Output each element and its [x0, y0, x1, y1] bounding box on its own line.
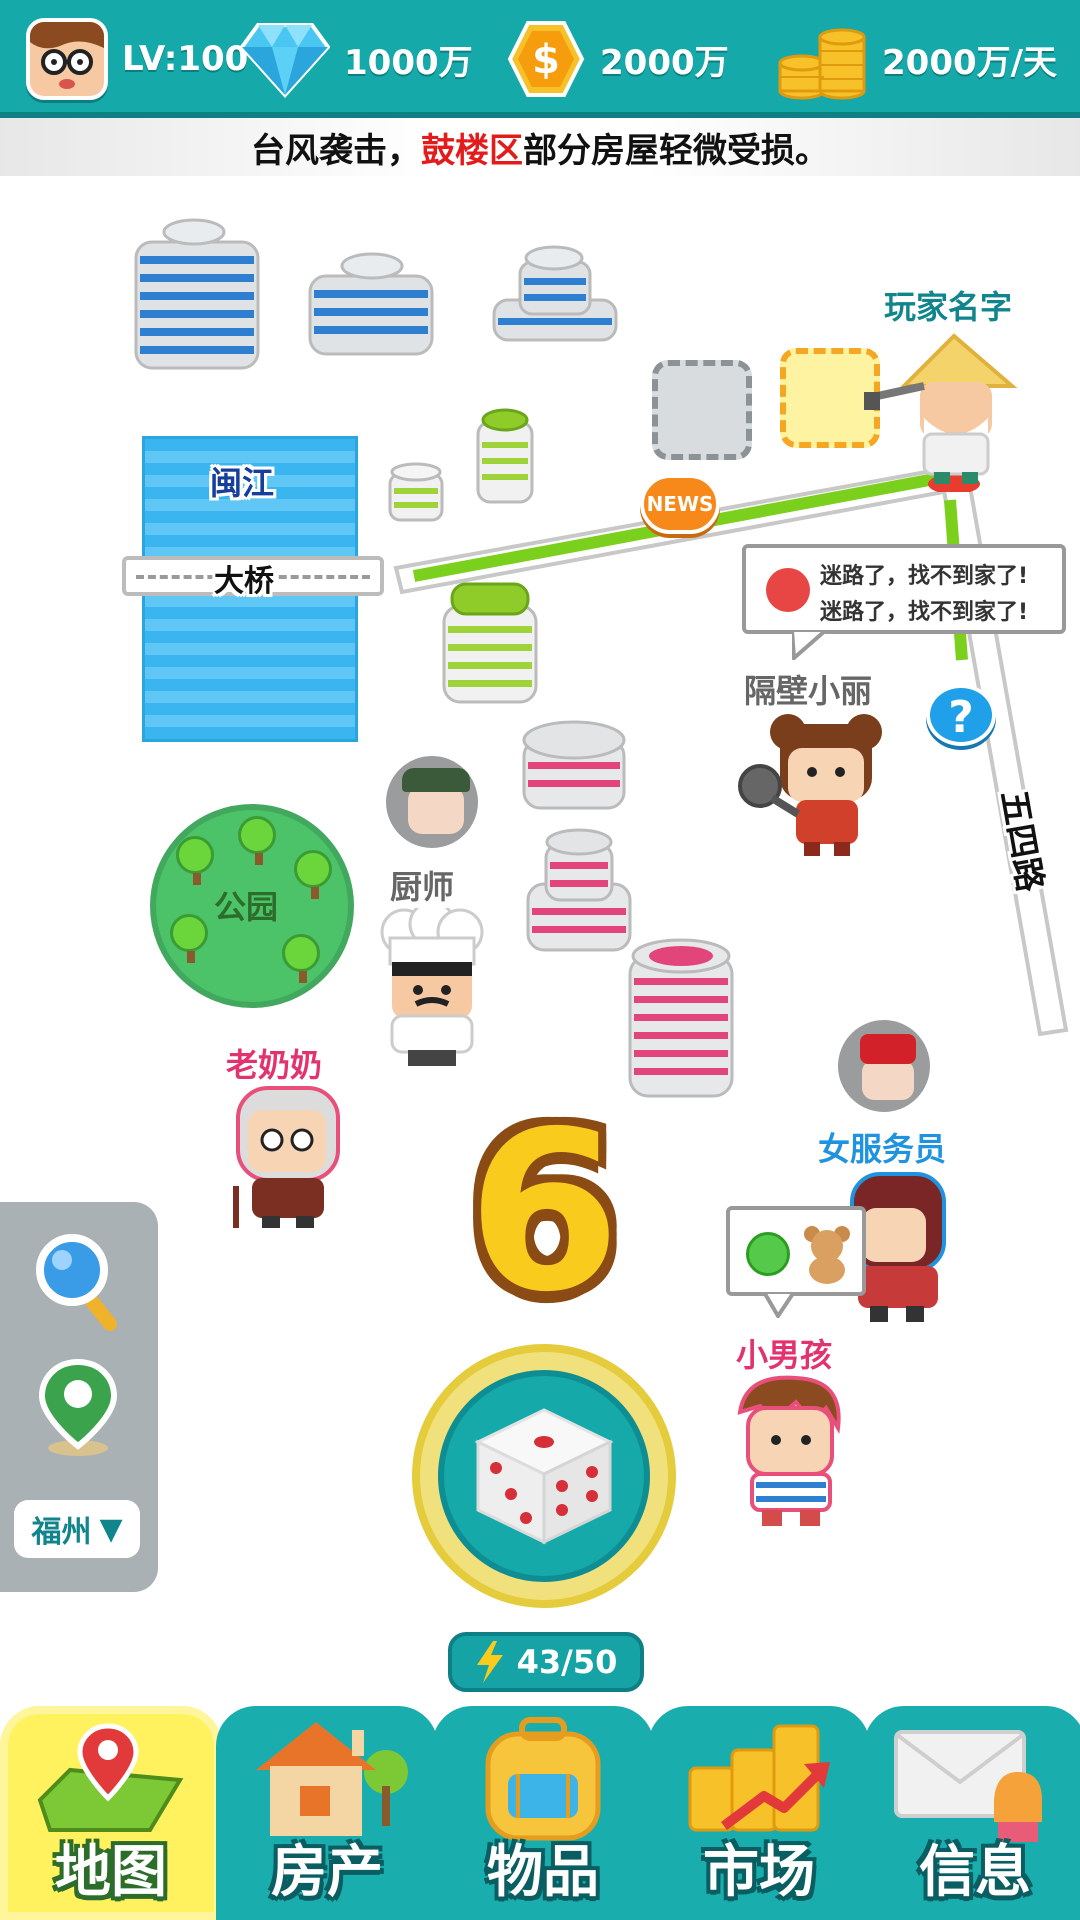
tab-property-label: 房产: [271, 1840, 383, 1905]
tree-icon: [238, 816, 276, 865]
city-name: 福州: [31, 1515, 92, 1550]
news-marker[interactable]: NEWS: [640, 474, 720, 534]
search-icon[interactable]: [34, 1232, 120, 1332]
energy-meter[interactable]: 43/50: [448, 1632, 644, 1692]
shop-building-icon[interactable]: [440, 580, 540, 708]
lost-speech-bubble[interactable]: 迷路了，找不到家了! 迷路了，找不到家了!: [742, 544, 1066, 634]
tab-items-label: 物品: [487, 1840, 599, 1905]
player-name: 玩家名字: [884, 288, 1013, 326]
bridge-label: 大桥: [214, 564, 274, 599]
player-farmer-icon[interactable]: [864, 326, 1024, 492]
city-selector[interactable]: 福州 ▼: [14, 1500, 140, 1558]
npc-waitress-name: 女服务员: [818, 1130, 947, 1168]
tree-icon: [282, 934, 320, 983]
tab-map-label: 地图: [55, 1840, 167, 1905]
npc-chef-name: 厨师: [390, 868, 455, 906]
envelope-icon: [894, 1730, 1042, 1842]
dice-icon: [474, 1408, 614, 1545]
dice-button-inner: [438, 1370, 650, 1582]
tree-icon: [294, 850, 332, 899]
waitress-thought-icon[interactable]: [834, 1016, 934, 1116]
office-building-icon[interactable]: [490, 242, 620, 346]
speech-line-1: 迷路了，找不到家了!: [820, 564, 1029, 589]
market-chart-icon: [688, 1724, 830, 1832]
npc-boy-name: 小男孩: [736, 1336, 833, 1374]
tab-messages-label: 信息: [919, 1840, 1031, 1905]
shop-building-icon[interactable]: [474, 406, 536, 506]
residential-building-icon[interactable]: [626, 936, 736, 1104]
tab-messages[interactable]: 信息: [864, 1706, 1080, 1920]
residential-building-icon[interactable]: [520, 718, 628, 814]
gift-speech-bubble[interactable]: [726, 1206, 866, 1296]
office-building-icon[interactable]: [132, 212, 262, 372]
shop-building-icon[interactable]: [388, 460, 444, 524]
dice-result: 6: [467, 1084, 621, 1340]
chef-thought-icon[interactable]: [382, 752, 482, 852]
tab-map[interactable]: 地图: [0, 1706, 222, 1920]
question-marker[interactable]: ?: [926, 684, 996, 746]
chevron-down-icon: ▼: [99, 1511, 123, 1547]
tree-icon: [170, 914, 208, 963]
energy-count: 43/50: [516, 1643, 618, 1681]
boy-icon[interactable]: [726, 1372, 852, 1532]
bottom-nav: 地图 房产 物品 市场 信息: [0, 1706, 1080, 1920]
bubble-tail: [764, 1292, 794, 1318]
park-label: 公园: [214, 888, 279, 926]
npc-neighbor-name: 隔壁小丽: [744, 672, 873, 710]
tab-items[interactable]: 物品: [432, 1706, 654, 1920]
smile-face-icon: [746, 1232, 790, 1276]
neighbor-girl-icon[interactable]: [732, 710, 892, 860]
location-pin-icon[interactable]: [38, 1358, 118, 1458]
angry-face-icon: [766, 568, 810, 612]
tab-market[interactable]: 市场: [648, 1706, 870, 1920]
tab-property[interactable]: 房产: [216, 1706, 438, 1920]
office-building-icon[interactable]: [306, 246, 436, 358]
tab-market-label: 市场: [703, 1840, 815, 1905]
game-screen: LV:100 1000万 $ 2000万 2000万/天 台风袭击， 鼓楼区 部…: [0, 0, 1080, 1920]
bubble-tail: [792, 630, 826, 660]
roll-dice-button[interactable]: [412, 1344, 676, 1608]
river-label: 闽江: [210, 464, 275, 502]
empty-lot[interactable]: [652, 360, 752, 460]
teddy-bear-icon: [804, 1226, 850, 1284]
tree-icon: [176, 836, 214, 885]
npc-grandma-name: 老奶奶: [226, 1046, 323, 1084]
speech-line-2: 迷路了，找不到家了!: [820, 600, 1029, 625]
chef-icon[interactable]: [372, 908, 492, 1070]
grandma-icon[interactable]: [222, 1082, 354, 1232]
residential-building-icon[interactable]: [524, 826, 634, 956]
lightning-icon: [476, 1641, 503, 1683]
